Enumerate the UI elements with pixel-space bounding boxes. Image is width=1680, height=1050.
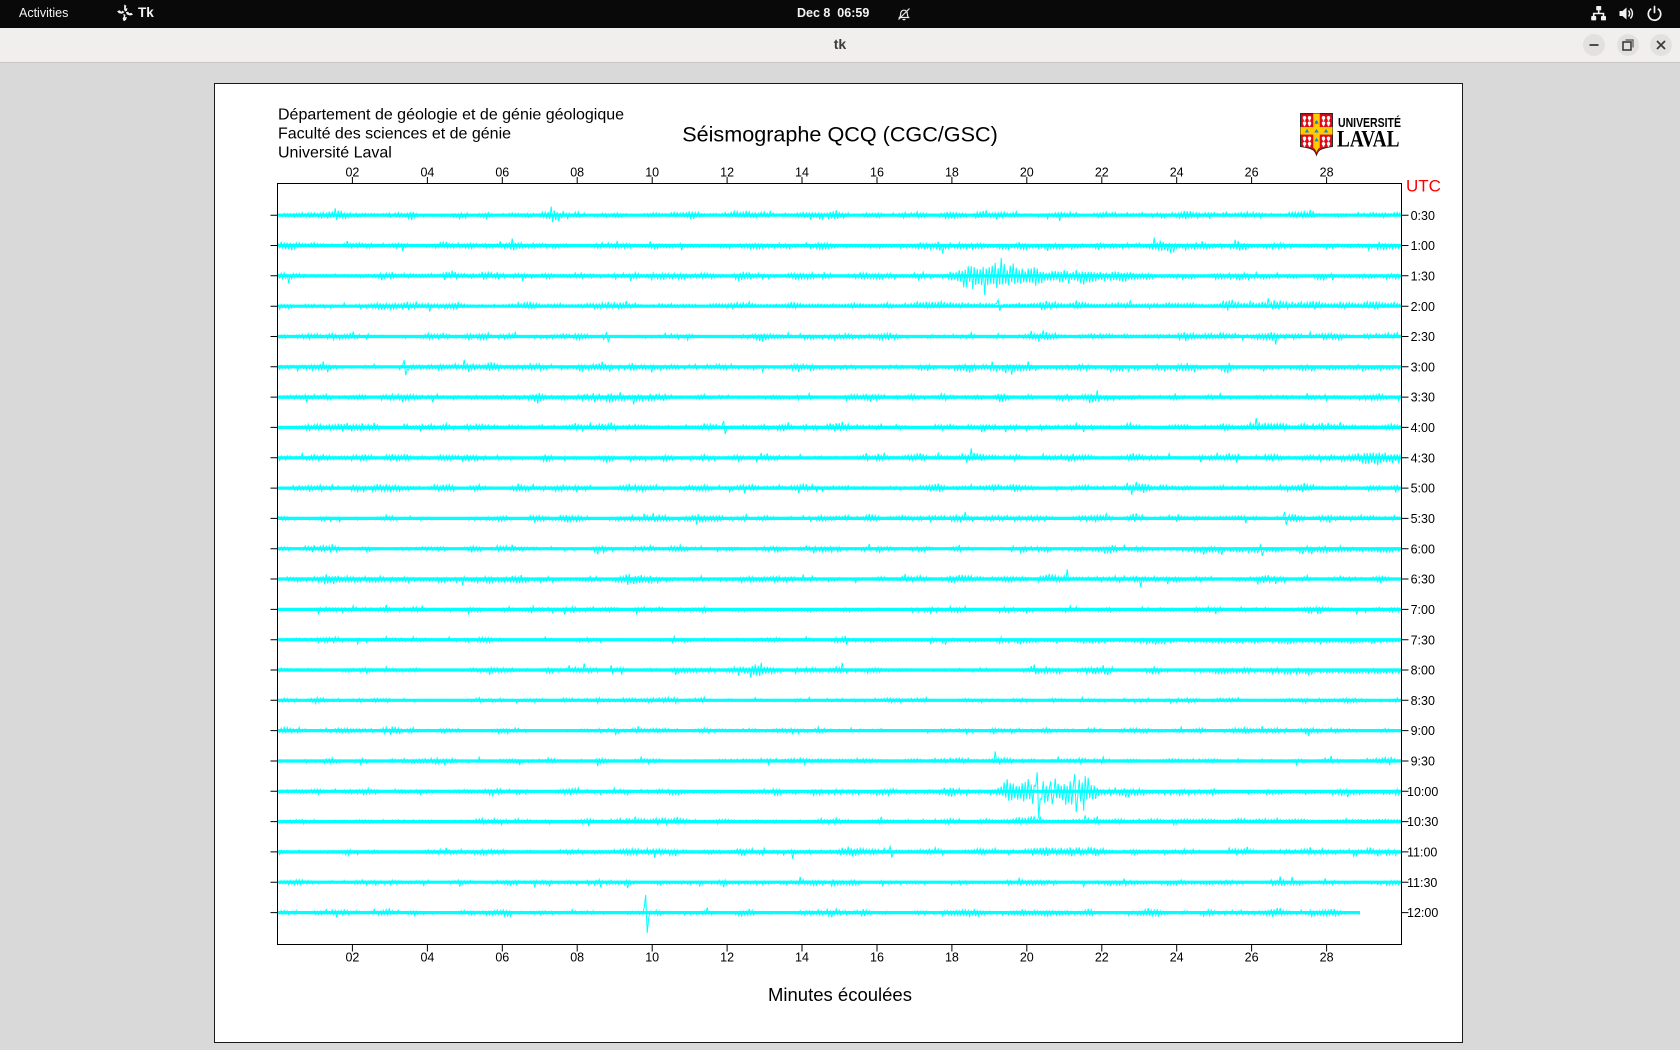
svg-text:22: 22 — [1095, 951, 1109, 965]
svg-text:8:30: 8:30 — [1411, 694, 1435, 708]
svg-text:7:00: 7:00 — [1411, 603, 1435, 617]
svg-text:Minutes écoulées: Minutes écoulées — [768, 984, 912, 1005]
svg-text:3:00: 3:00 — [1411, 360, 1435, 374]
svg-text:Université Laval: Université Laval — [278, 144, 392, 161]
svg-text:6:00: 6:00 — [1411, 542, 1435, 556]
svg-text:1:30: 1:30 — [1411, 269, 1435, 283]
svg-text:10:30: 10:30 — [1407, 815, 1438, 829]
svg-text:Faculté des sciences et de gén: Faculté des sciences et de génie — [278, 125, 511, 142]
svg-text:7:30: 7:30 — [1411, 633, 1435, 647]
svg-text:6:30: 6:30 — [1411, 573, 1435, 587]
svg-text:5:30: 5:30 — [1411, 512, 1435, 526]
svg-text:12:00: 12:00 — [1407, 906, 1438, 920]
svg-text:04: 04 — [420, 951, 434, 965]
svg-text:24: 24 — [1170, 951, 1184, 965]
svg-text:2:00: 2:00 — [1411, 300, 1435, 314]
svg-text:20: 20 — [1020, 951, 1034, 965]
svg-text:02: 02 — [345, 951, 359, 965]
svg-text:LAVAL: LAVAL — [1337, 126, 1399, 152]
svg-text:3:30: 3:30 — [1411, 391, 1435, 405]
svg-text:4:30: 4:30 — [1411, 451, 1435, 465]
svg-text:2:30: 2:30 — [1411, 330, 1435, 344]
svg-text:06: 06 — [495, 951, 509, 965]
svg-text:10: 10 — [645, 951, 659, 965]
svg-text:8:00: 8:00 — [1411, 664, 1435, 678]
svg-text:5:00: 5:00 — [1411, 482, 1435, 496]
svg-text:11:30: 11:30 — [1407, 876, 1437, 890]
svg-text:4:00: 4:00 — [1411, 421, 1435, 435]
svg-text:Département de géologie et de: Département de géologie et de génie géol… — [278, 106, 624, 123]
svg-text:9:00: 9:00 — [1411, 724, 1435, 738]
svg-text:Séismographe QCQ (CGC/GSC): Séismographe QCQ (CGC/GSC) — [682, 122, 998, 147]
svg-text:12: 12 — [720, 951, 734, 965]
svg-text:08: 08 — [570, 951, 584, 965]
svg-text:9:30: 9:30 — [1411, 755, 1435, 769]
svg-text:0:30: 0:30 — [1411, 209, 1435, 223]
svg-text:10:00: 10:00 — [1407, 785, 1438, 799]
svg-text:28: 28 — [1320, 951, 1334, 965]
svg-text:UTC: UTC — [1406, 177, 1441, 196]
svg-text:26: 26 — [1245, 951, 1259, 965]
svg-text:11:00: 11:00 — [1407, 846, 1437, 860]
svg-text:18: 18 — [945, 951, 959, 965]
svg-text:14: 14 — [795, 951, 809, 965]
svg-text:1:00: 1:00 — [1411, 239, 1435, 253]
svg-text:16: 16 — [870, 951, 884, 965]
